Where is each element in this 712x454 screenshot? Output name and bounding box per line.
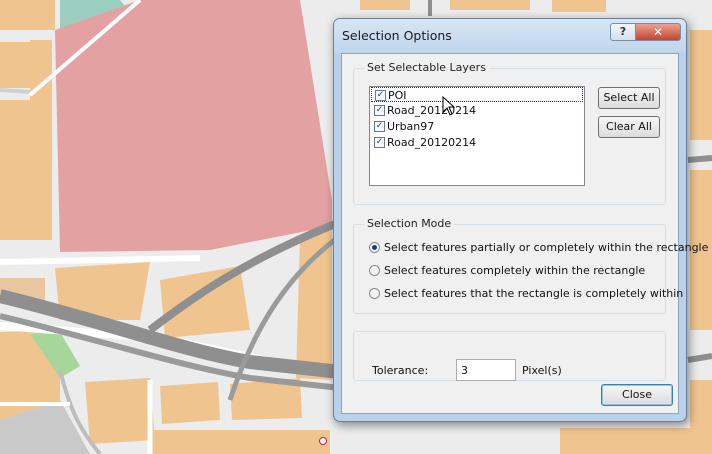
layers-listbox[interactable]: ✓ POI ✓ Road_20120214 ✓ Urban97 ✓ Road_2… xyxy=(369,86,585,186)
layer-row[interactable]: ✓ Urban97 xyxy=(371,119,583,134)
group-legend: Set Selectable Layers xyxy=(364,61,489,74)
mode-option-label: Select features completely within the re… xyxy=(384,264,646,277)
selectable-layers-group: Set Selectable Layers ✓ POI ✓ Road_20120… xyxy=(353,61,666,205)
mode-option-label: Select features partially or completely … xyxy=(384,241,709,254)
selection-mode-group: Selection Mode Select features partially… xyxy=(353,217,708,314)
radio-selected-icon[interactable] xyxy=(369,242,380,253)
selection-options-dialog: Selection Options ? ✕ Set Selectable Lay… xyxy=(333,18,708,422)
help-button[interactable]: ? xyxy=(610,23,636,41)
urban-block xyxy=(0,0,55,30)
dialog-titlebar[interactable]: Selection Options ? ✕ xyxy=(334,19,686,53)
urban-block xyxy=(560,428,690,454)
road xyxy=(0,255,201,265)
tolerance-input[interactable] xyxy=(456,359,516,381)
tolerance-unit: Pixel(s) xyxy=(522,364,562,377)
layer-name: Road_20120214 xyxy=(387,104,477,117)
select-all-button[interactable]: Select All xyxy=(598,87,660,109)
checkbox-checked-icon[interactable]: ✓ xyxy=(374,137,385,148)
urban-block xyxy=(690,380,712,454)
group-legend: Selection Mode xyxy=(364,217,455,230)
tolerance-label: Tolerance: xyxy=(372,364,429,377)
layer-name: Urban97 xyxy=(387,120,435,133)
road xyxy=(687,155,712,163)
checkbox-checked-icon[interactable]: ✓ xyxy=(374,121,385,132)
layer-name: Road_20120214 xyxy=(387,136,477,149)
checkbox-checked-icon[interactable]: ✓ xyxy=(374,105,385,116)
urban-block xyxy=(552,0,606,12)
road xyxy=(0,88,31,94)
urban-block xyxy=(690,30,712,140)
urban-block xyxy=(0,42,30,88)
layer-row[interactable]: ✓ POI xyxy=(371,87,583,102)
layer-row[interactable]: ✓ Road_20120214 xyxy=(371,135,583,150)
urban-block xyxy=(450,0,530,10)
arrow-cursor-icon xyxy=(442,96,456,116)
layer-name: POI xyxy=(388,89,407,102)
mode-option-label: Select features that the rectangle is co… xyxy=(384,287,684,300)
urban-block xyxy=(85,378,155,444)
urban-block xyxy=(296,230,332,380)
radio-unselected-icon[interactable] xyxy=(369,265,380,276)
urban-block xyxy=(160,382,220,424)
urban-block xyxy=(360,0,410,10)
close-button[interactable]: Close xyxy=(601,384,673,406)
clear-all-button[interactable]: Clear All xyxy=(598,116,660,138)
layer-row[interactable]: ✓ Road_20120214 xyxy=(371,103,583,118)
dialog-title: Selection Options xyxy=(342,28,452,43)
road xyxy=(687,353,712,363)
poi-marker-icon[interactable] xyxy=(319,437,327,445)
radio-unselected-icon[interactable] xyxy=(369,288,380,299)
urban-block xyxy=(150,430,330,454)
checkbox-checked-icon[interactable]: ✓ xyxy=(375,90,386,101)
close-icon[interactable]: ✕ xyxy=(635,23,681,41)
dialog-client-area: Set Selectable Layers ✓ POI ✓ Road_20120… xyxy=(341,53,708,414)
